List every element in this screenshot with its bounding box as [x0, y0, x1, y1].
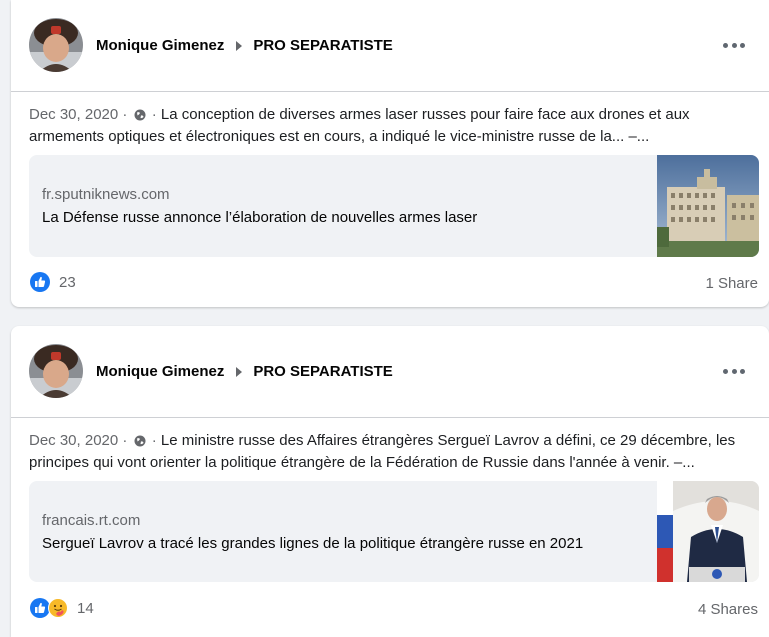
- reaction-count: 23: [59, 273, 76, 291]
- care-icon: [48, 598, 68, 618]
- avatar[interactable]: [29, 344, 83, 398]
- meta-separator: ·: [151, 106, 157, 123]
- post-date[interactable]: Dec 30, 2020: [29, 432, 118, 449]
- post-header: Monique Gimenez PRO SEPARATISTE: [11, 326, 769, 418]
- reaction-count: 14: [77, 599, 94, 617]
- link-preview-card[interactable]: fr.sputniknews.com La Défense russe anno…: [29, 155, 759, 257]
- avatar[interactable]: [29, 18, 83, 72]
- globe-icon: [134, 435, 146, 447]
- globe-icon: [134, 109, 146, 121]
- link-title: La Défense russe annonce l’élaboration d…: [42, 209, 478, 226]
- post-header: Monique Gimenez PRO SEPARATISTE: [11, 0, 769, 92]
- caret-right-icon: [236, 366, 243, 377]
- post-header-names: Monique Gimenez PRO SEPARATISTE: [96, 363, 393, 380]
- reactions-summary[interactable]: 14: [30, 598, 94, 618]
- link-thumbnail: [657, 155, 759, 257]
- link-thumbnail: [657, 481, 759, 582]
- meta-separator: ·: [122, 432, 128, 449]
- reaction-icons: [30, 598, 68, 618]
- link-domain: francais.rt.com: [42, 512, 141, 529]
- post-card: Monique Gimenez PRO SEPARATISTE Dec 30, …: [11, 326, 769, 637]
- caret-right-icon: [236, 40, 243, 51]
- post-card: Monique Gimenez PRO SEPARATISTE Dec 30, …: [11, 0, 769, 307]
- post-header-names: Monique Gimenez PRO SEPARATISTE: [96, 37, 393, 54]
- more-options-icon[interactable]: [723, 36, 745, 54]
- shares-count[interactable]: 1 Share: [705, 275, 758, 292]
- link-preview-card[interactable]: francais.rt.com Sergueï Lavrov a tracé l…: [29, 481, 759, 582]
- news-feed: Monique Gimenez PRO SEPARATISTE Dec 30, …: [0, 0, 769, 637]
- meta-separator: ·: [122, 106, 128, 123]
- post-text-block: Dec 30, 2020 · · Le ministre russe des A…: [29, 430, 759, 474]
- author-name[interactable]: Monique Gimenez: [96, 37, 224, 54]
- group-name[interactable]: PRO SEPARATISTE: [253, 363, 392, 380]
- meta-separator: ·: [151, 432, 157, 449]
- group-name[interactable]: PRO SEPARATISTE: [253, 37, 392, 54]
- link-domain: fr.sputniknews.com: [42, 186, 170, 203]
- like-icon: [30, 272, 50, 292]
- post-date[interactable]: Dec 30, 2020: [29, 106, 118, 123]
- more-options-icon[interactable]: [723, 362, 745, 380]
- reactions-summary[interactable]: 23: [30, 272, 76, 292]
- like-icon: [30, 598, 50, 618]
- post-text-block: Dec 30, 2020 · · La conception de divers…: [29, 104, 759, 148]
- reaction-icons: [30, 272, 50, 292]
- author-name[interactable]: Monique Gimenez: [96, 363, 224, 380]
- link-title: Sergueï Lavrov a tracé les grandes ligne…: [42, 535, 584, 552]
- shares-count[interactable]: 4 Shares: [698, 601, 758, 618]
- post-text: La conception de diverses armes laser ru…: [29, 106, 690, 145]
